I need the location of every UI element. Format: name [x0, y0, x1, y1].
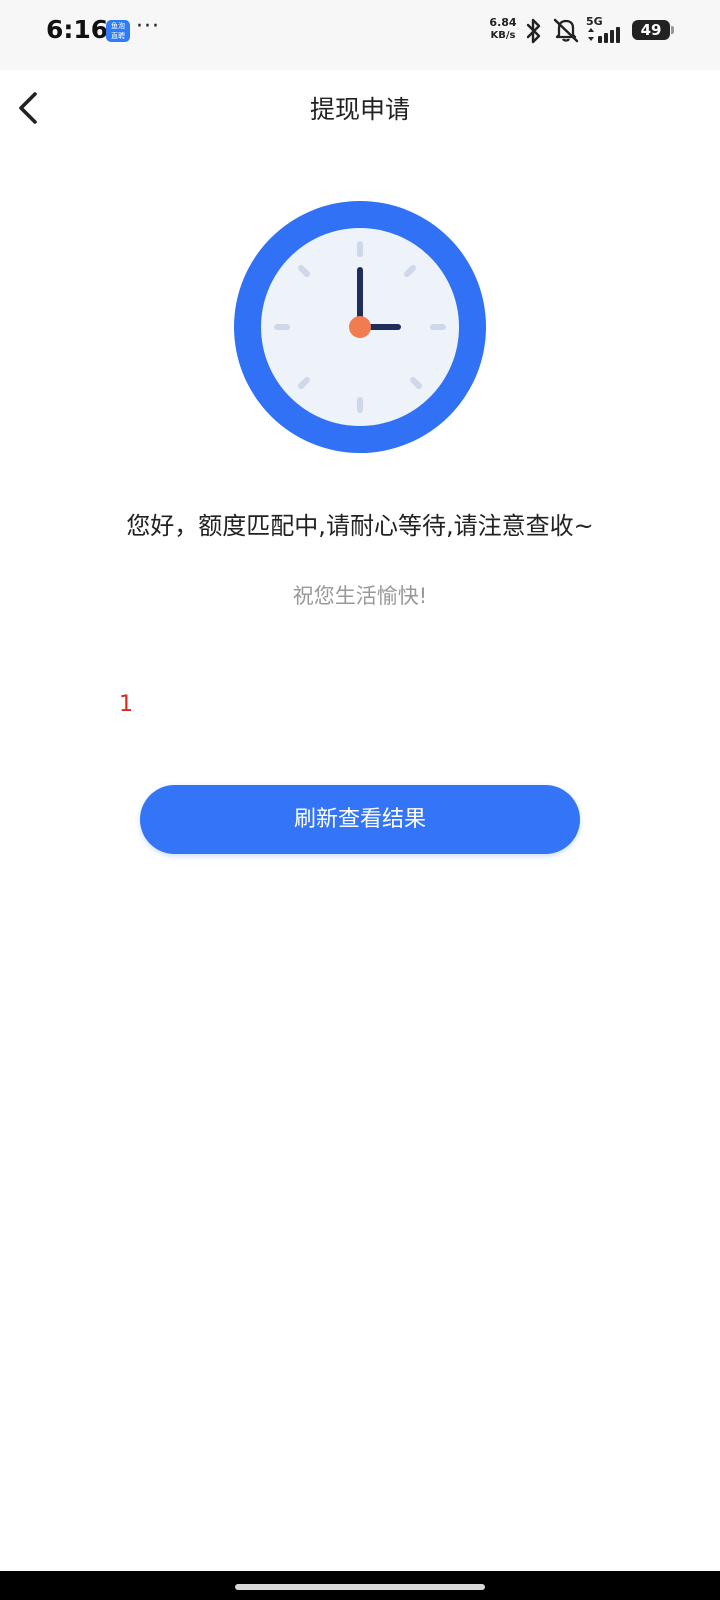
- silent-bell-icon: [553, 18, 579, 43]
- network-speed: 6.84 KB/s: [486, 16, 520, 42]
- battery-indicator: 49: [632, 20, 670, 40]
- home-indicator[interactable]: [235, 1584, 485, 1590]
- signal-strength-icon: [588, 27, 620, 43]
- network-speed-value: 6.84: [489, 16, 517, 29]
- app-badge-line1: 鱼泡: [111, 22, 125, 30]
- status-message: 您好，额度匹配中,请耐心等待,请注意查收~: [126, 512, 594, 540]
- network-speed-unit: KB/s: [490, 30, 516, 41]
- greeting-message: 祝您生活愉快!: [292, 584, 428, 608]
- status-time: 6:16: [46, 15, 109, 44]
- page-title: 提现申请: [309, 95, 410, 124]
- more-notifications-icon: ···: [136, 14, 160, 39]
- app-notification-icon: 鱼泡 直聘: [106, 20, 130, 42]
- counter-text: 1: [119, 692, 133, 717]
- battery-cap: [671, 26, 674, 34]
- refresh-result-button[interactable]: 刷新查看结果: [140, 785, 580, 854]
- bluetooth-icon: [526, 18, 541, 44]
- app-badge-line2: 直聘: [111, 32, 125, 40]
- navigation-bar: 提现申请: [0, 70, 720, 146]
- status-bar: 6:16 鱼泡 直聘 ··· 6.84 KB/s 5G 49: [0, 0, 720, 70]
- clock-icon: [234, 201, 486, 453]
